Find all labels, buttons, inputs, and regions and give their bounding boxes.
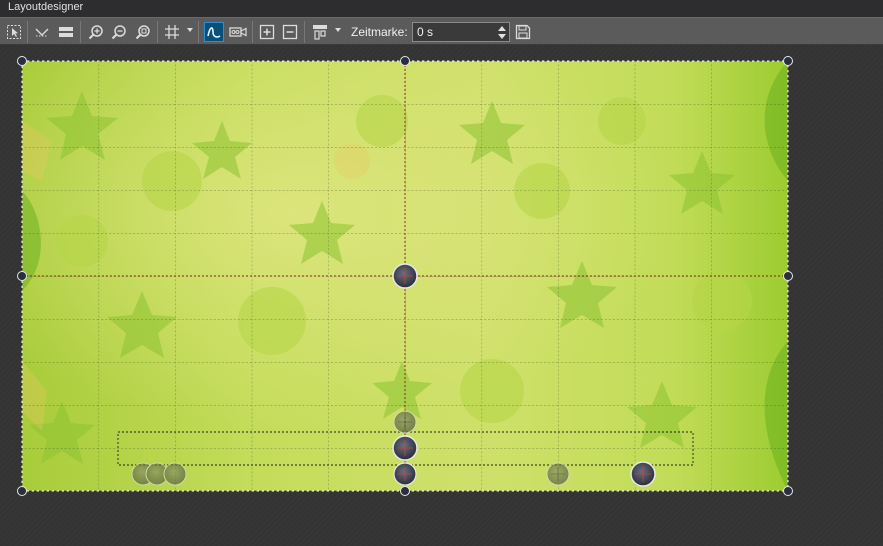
resize-handle-bottom-left[interactable] [17,486,27,496]
resize-handle-right[interactable] [783,271,793,281]
resize-handle-top-left[interactable] [17,56,27,66]
selection-frame [21,60,789,492]
resize-handle-bottom-right[interactable] [783,486,793,496]
resize-handle-left[interactable] [17,271,27,281]
resize-handle-bottom[interactable] [400,486,410,496]
resize-handle-top[interactable] [400,56,410,66]
resize-handle-top-right[interactable] [783,56,793,66]
